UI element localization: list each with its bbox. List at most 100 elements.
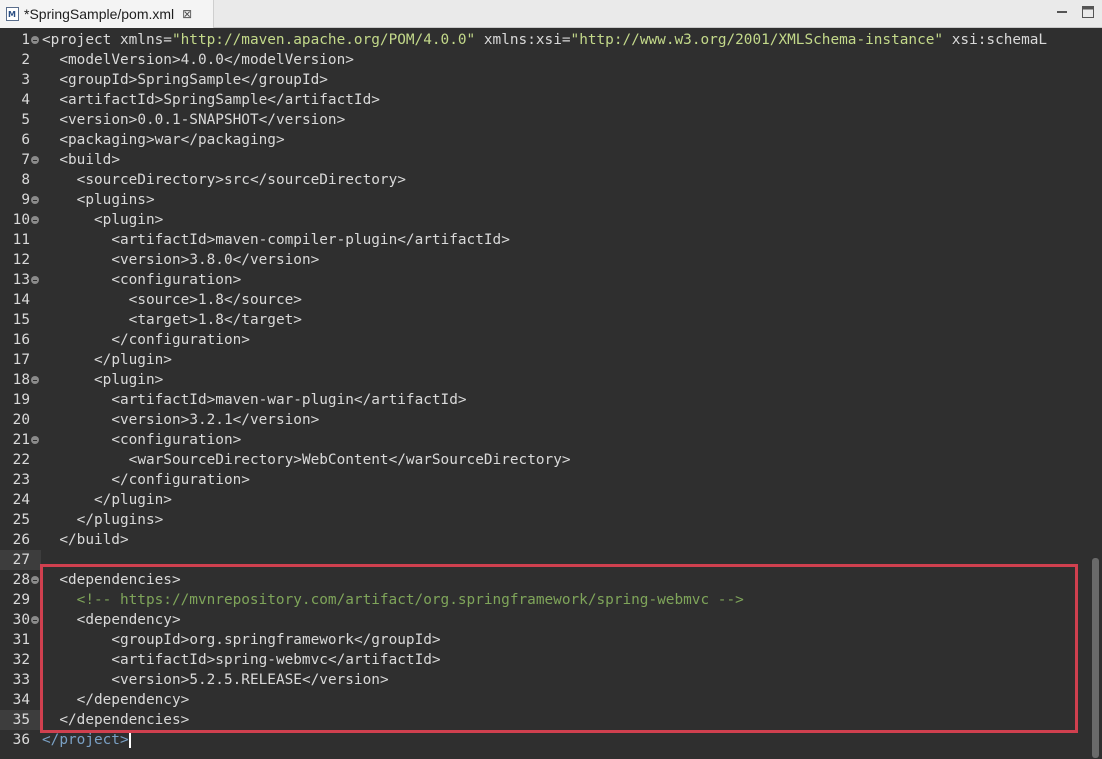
code-line[interactable]: <artifactId>maven-war-plugin</artifactId… [42,390,466,410]
code-token: packaging [68,132,146,148]
code-line[interactable]: <project xmlns="http://maven.apache.org/… [42,30,1047,50]
code-token: </ [59,712,77,728]
vertical-scrollbar[interactable] [1088,28,1102,759]
code-line[interactable]: <artifactId>SpringSample</artifactId> [42,90,380,110]
code-line[interactable]: <version>3.8.0</version> [42,250,319,270]
code-line[interactable]: </dependencies> [42,710,189,730]
code-token: </ [353,632,372,648]
code-line[interactable]: <target>1.8</target> [42,310,302,330]
tab-pom-xml[interactable]: M *SpringSample/pom.xml ⊠ [0,0,214,28]
code-token: </ [111,472,129,488]
fold-toggle-icon[interactable] [31,276,39,284]
code-line[interactable]: <version>0.0.1-SNAPSHOT</version> [42,110,345,130]
code-line[interactable]: </build> [42,530,128,550]
code-line[interactable]: <artifactId>spring-webmvc</artifactId> [42,650,440,670]
code-line[interactable]: <configuration> [42,430,241,450]
scrollbar-thumb[interactable] [1092,558,1099,758]
minimize-icon[interactable] [1054,4,1070,20]
code-token: modelVersion [68,52,172,68]
code-token: plugins [85,192,146,208]
code-token: maven-war-plugin [215,392,354,408]
code-token: < [59,112,68,128]
code-line[interactable]: </plugin> [42,350,172,370]
code-token: org.springframework [189,632,354,648]
fold-toggle-icon[interactable] [31,576,39,584]
code-line[interactable]: <dependency> [42,610,181,630]
code-line[interactable]: <modelVersion>4.0.0</modelVersion> [42,50,354,70]
code-line[interactable]: </plugin> [42,490,172,510]
code-line[interactable]: <source>1.8</source> [42,290,302,310]
line-number: 36 [12,732,30,748]
fold-toggle-icon[interactable] [31,36,39,44]
code-line[interactable]: <!-- https://mvnrepository.com/artifact/… [42,590,744,610]
code-line[interactable]: <artifactId>maven-compiler-plugin</artif… [42,230,510,250]
code-line[interactable]: <build> [42,150,120,170]
code-line[interactable]: </configuration> [42,470,250,490]
code-line[interactable]: <sourceDirectory>src</sourceDirectory> [42,170,406,190]
code-token: < [111,672,120,688]
fold-toggle-icon[interactable] [31,616,39,624]
code-line[interactable]: <plugins> [42,190,155,210]
code-line[interactable]: <version>5.2.5.RELEASE</version> [42,670,388,690]
code-line[interactable]: <dependencies> [42,570,180,590]
code-token: > [145,132,155,148]
code-token: groupId [119,632,181,648]
code-token: artifactId [119,392,207,408]
line-number: 30 [12,612,30,628]
line-number: 16 [12,332,30,348]
close-tab-icon[interactable]: ⊠ [182,7,192,21]
code-token: < [59,52,68,68]
code-token: > [275,132,285,148]
code-token: </ [76,512,94,528]
code-line[interactable]: <packaging>war</packaging> [42,130,285,150]
code-token: </ [258,112,276,128]
code-token: </ [388,452,406,468]
fold-toggle-icon[interactable] [31,376,39,384]
fold-toggle-icon[interactable] [31,216,39,224]
xml-file-icon: M [6,7,19,21]
code-token: < [111,392,120,408]
code-line[interactable]: </plugins> [42,510,164,530]
fold-toggle-icon[interactable] [31,436,39,444]
code-line[interactable]: <groupId>SpringSample</groupId> [42,70,328,90]
line-number: 21 [12,432,30,448]
code-token: source [137,292,190,308]
code-token: artifactId [414,232,502,248]
code-token: > [145,192,155,208]
line-number: 22 [12,452,30,468]
code-line[interactable]: </project> [42,730,131,750]
code-token: project [50,32,120,48]
code-token: artifactId [345,652,432,668]
code-token: sourceDirectory [267,172,398,188]
editor-window: M *SpringSample/pom.xml ⊠ 1 2 3 4 5 6 7 8 9 10 11 1… [0,0,1102,759]
code-token: version [249,412,311,428]
code-editor[interactable]: 1 2 3 4 5 6 7 8 9 10 11 12 13 14 15 16 17 18 19 20 21 22 23 24 2… [0,28,1102,759]
code-line[interactable]: <version>3.2.1</version> [42,410,319,430]
code-token: plugins [93,512,155,528]
code-line[interactable]: <plugin> [42,210,163,230]
code-token: > [189,292,198,308]
line-number: 4 [21,92,30,108]
code-line[interactable]: <plugin> [42,370,163,390]
code-line[interactable]: <warSourceDirectory>WebContent</warSourc… [42,450,571,470]
code-token: 1.8 [197,312,224,328]
code-line[interactable]: <groupId>org.springframework</groupId> [42,630,441,650]
code-area[interactable]: <project xmlns="http://maven.apache.org/… [42,28,1088,759]
code-token: </ [223,52,242,68]
fold-toggle-icon[interactable] [31,156,39,164]
code-line[interactable]: </dependency> [42,690,190,710]
code-token: </ [42,732,60,748]
code-token: > [232,272,242,288]
code-token: > [431,632,441,648]
code-line[interactable]: <configuration> [42,270,241,290]
code-token: version [275,112,337,128]
code-token: > [111,152,120,168]
code-line[interactable]: </configuration> [42,330,250,350]
maximize-icon[interactable] [1080,4,1096,20]
fold-toggle-icon[interactable] [31,196,39,204]
code-token: < [128,312,138,328]
code-token: dependencies [76,712,181,728]
